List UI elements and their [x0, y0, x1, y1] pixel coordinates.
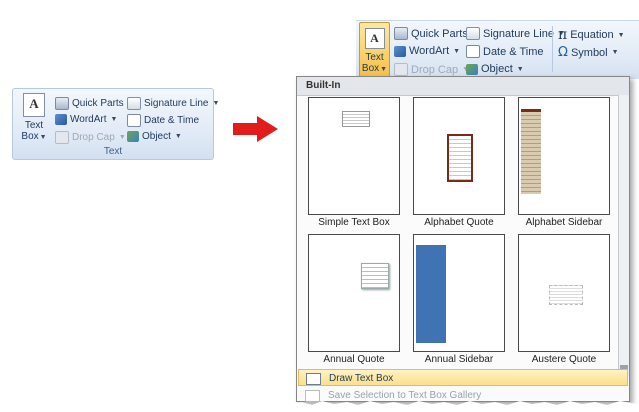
- object-button[interactable]: Object ▼: [127, 131, 182, 142]
- date-time-label: Date & Time: [483, 45, 544, 58]
- chevron-down-icon: ▼: [380, 66, 388, 73]
- quick-parts-icon: [55, 97, 69, 110]
- wordart-button[interactable]: WordArt ▼: [394, 45, 460, 57]
- object-button[interactable]: Object ▼: [466, 63, 524, 75]
- text-box-label: Text: [365, 52, 384, 63]
- tile-preview: [342, 111, 370, 127]
- object-icon: [466, 63, 478, 75]
- chevron-down-icon: ▼: [212, 100, 220, 107]
- date-time-button[interactable]: Date & Time: [466, 45, 544, 58]
- tile-caption: Alphabet Quote: [424, 217, 494, 228]
- equation-button[interactable]: π Equation ▼: [558, 27, 625, 43]
- symbol-button[interactable]: Ω Symbol ▼: [558, 45, 619, 60]
- text-box-icon: A: [364, 28, 385, 49]
- gallery-tile-alphabet-quote[interactable]: [413, 97, 505, 215]
- tile-preview: [549, 285, 583, 305]
- chevron-down-icon: ▼: [110, 116, 118, 123]
- text-box-label: Text: [24, 120, 44, 131]
- draw-text-box-menu-item[interactable]: Draw Text Box: [298, 369, 628, 386]
- drop-cap-label: Drop Cap: [72, 132, 115, 143]
- wordart-label: WordArt: [70, 114, 107, 125]
- gallery-header: Built-In: [297, 77, 629, 96]
- chevron-down-icon: ▼: [118, 134, 126, 141]
- quick-parts-icon: [394, 27, 408, 40]
- signature-line-icon: [127, 97, 141, 110]
- symbol-icon: Ω: [558, 45, 568, 60]
- chevron-down-icon: ▼: [39, 134, 47, 141]
- date-time-label: Date & Time: [144, 115, 200, 126]
- wordart-icon: [55, 114, 67, 125]
- quick-parts-button[interactable]: Quick Parts▼: [55, 97, 135, 110]
- chevron-down-icon: ▼: [516, 65, 524, 73]
- draw-text-box-icon: [306, 373, 321, 385]
- tile-caption: Annual Sidebar: [424, 354, 494, 365]
- drop-cap-icon: [394, 63, 408, 76]
- quick-parts-label: Quick Parts: [411, 27, 468, 40]
- ribbon-divider: [552, 26, 553, 72]
- draw-text-box-label: Draw Text Box: [329, 373, 394, 384]
- equation-label: Equation: [570, 29, 614, 41]
- gallery-tile-annual-quote[interactable]: [308, 234, 400, 352]
- text-box-label-2: Box: [21, 131, 39, 142]
- gallery-tile-austere-quote[interactable]: [518, 234, 610, 352]
- chevron-down-icon: ▼: [611, 49, 619, 56]
- tile-caption: Austere Quote: [531, 354, 597, 365]
- text-box-gallery: Built-In Simple Text Box Alphabet Quote …: [296, 76, 630, 402]
- group-label: Text: [103, 146, 123, 157]
- ribbon-text-group-small: A TextBox▼ Quick Parts▼ Signature Line▼ …: [12, 88, 219, 160]
- quick-parts-label: Quick Parts: [72, 98, 124, 109]
- tile-preview: [521, 109, 541, 194]
- tile-preview: [361, 263, 389, 289]
- drop-cap-icon: [55, 131, 69, 144]
- tile-caption: Alphabet Sidebar: [525, 217, 603, 228]
- gallery-scrollbar[interactable]: [618, 95, 629, 377]
- object-icon: [127, 131, 139, 142]
- gallery-tile-alphabet-sidebar[interactable]: [518, 97, 610, 215]
- signature-line-label: Signature Line: [144, 98, 209, 109]
- wordart-icon: [394, 45, 406, 57]
- drop-cap-label: Drop Cap: [411, 63, 459, 76]
- gallery-tile-annual-sidebar[interactable]: [413, 234, 505, 352]
- text-box-label-2: Box: [361, 63, 380, 74]
- date-time-icon: [127, 114, 141, 127]
- drop-cap-button[interactable]: Drop Cap▼: [394, 63, 469, 76]
- text-box-icon: A: [23, 93, 45, 117]
- chevron-down-icon: ▼: [174, 133, 182, 140]
- right-arrow-icon: [233, 116, 278, 142]
- signature-line-label: Signature Line: [483, 27, 554, 40]
- object-label: Object: [142, 131, 171, 142]
- signature-line-button[interactable]: Signature Line ▼: [466, 27, 565, 40]
- text-box-button-active[interactable]: A Text Box▼: [359, 22, 390, 77]
- chevron-down-icon: ▼: [617, 31, 625, 39]
- drop-cap-button[interactable]: Drop Cap▼: [55, 131, 126, 144]
- tile-preview: [447, 134, 473, 182]
- date-time-button[interactable]: Date & Time: [127, 114, 199, 127]
- gallery-tile-simple-text-box[interactable]: [308, 97, 400, 215]
- wordart-button[interactable]: WordArt ▼: [55, 114, 117, 125]
- signature-line-button[interactable]: Signature Line ▼: [127, 97, 219, 110]
- date-time-icon: [466, 45, 480, 58]
- torn-edge: [292, 401, 637, 412]
- tile-caption: Simple Text Box: [318, 217, 390, 228]
- object-label: Object: [481, 63, 513, 75]
- tile-caption: Annual Quote: [323, 354, 385, 365]
- symbol-label: Symbol: [570, 46, 608, 59]
- text-box-button[interactable]: A Text Box▼: [19, 93, 49, 147]
- chevron-down-icon: ▼: [453, 47, 461, 55]
- wordart-label: WordArt: [409, 45, 450, 57]
- tile-preview: [416, 245, 446, 343]
- signature-line-icon: [466, 27, 480, 40]
- equation-icon: π: [558, 27, 568, 43]
